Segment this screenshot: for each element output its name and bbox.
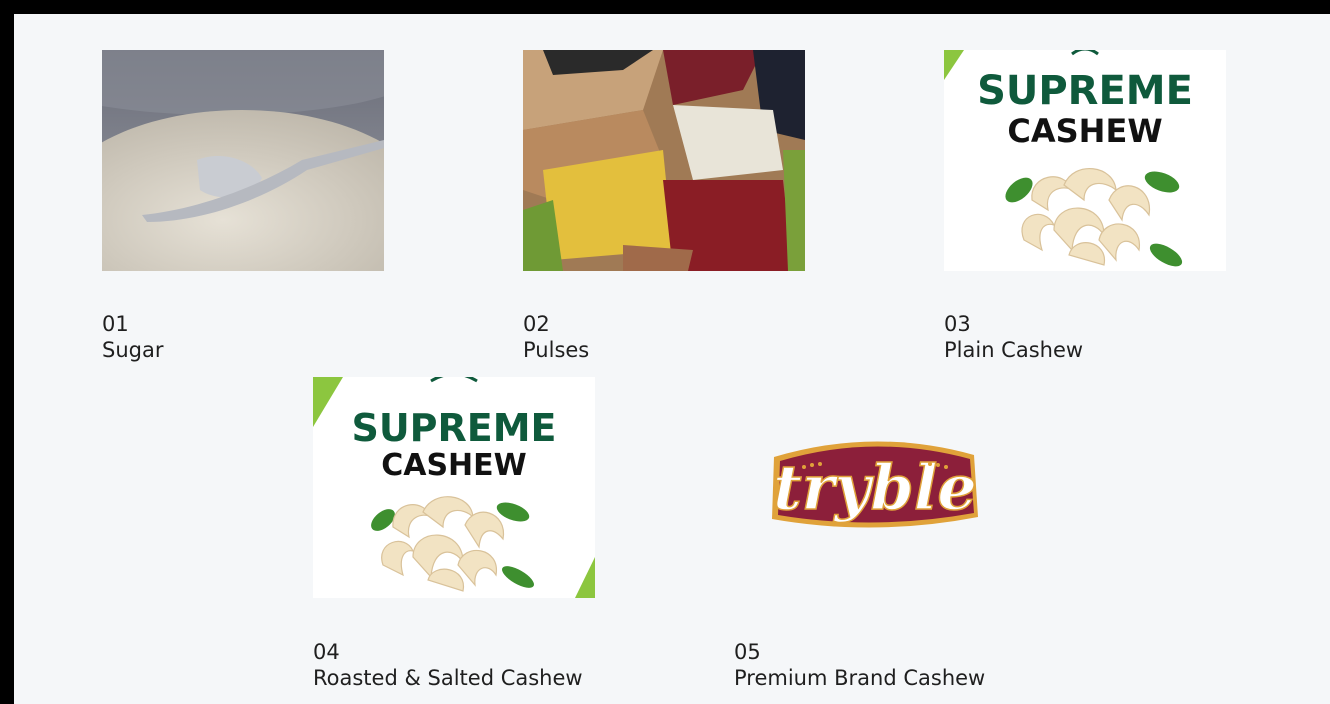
product-card-premium-brand-cashew[interactable]: tryble 05 Premium Brand Cashew xyxy=(734,377,1074,702)
product-name[interactable]: Premium Brand Cashew xyxy=(734,666,985,690)
product-name[interactable]: Sugar xyxy=(102,338,163,362)
supreme-text: SUPREME xyxy=(351,406,556,450)
product-card-sugar[interactable]: 01 Sugar xyxy=(102,50,402,370)
product-card-plain-cashew[interactable]: SUPREME CASHEW 03 Plain Cashew xyxy=(944,50,1264,370)
product-number: 03 xyxy=(944,312,971,336)
product-card-roasted-salted-cashew[interactable]: SUPREME CASHEW 04 Roasted & Salted Cashe… xyxy=(313,377,653,702)
supreme-text: SUPREME xyxy=(977,68,1193,114)
supreme-cashew-image[interactable]: SUPREME CASHEW xyxy=(313,377,595,598)
cashew-text: CASHEW xyxy=(1007,112,1162,150)
product-number: 05 xyxy=(734,640,761,664)
product-number: 04 xyxy=(313,640,340,664)
supreme-cashew-image[interactable]: SUPREME CASHEW xyxy=(944,50,1226,271)
tryble-wordmark: tryble xyxy=(773,451,977,524)
product-name[interactable]: Roasted & Salted Cashew xyxy=(313,666,583,690)
tryble-logo-image[interactable]: tryble xyxy=(734,377,1016,598)
product-name[interactable]: Pulses xyxy=(523,338,589,362)
sugar-image[interactable] xyxy=(102,50,384,271)
products-section: 01 Sugar 02 Pulses SUPREME CASHEW 03 Pla… xyxy=(14,14,1330,704)
pulses-image[interactable] xyxy=(523,50,805,271)
product-name[interactable]: Plain Cashew xyxy=(944,338,1083,362)
cashew-text: CASHEW xyxy=(381,448,527,483)
product-number: 02 xyxy=(523,312,550,336)
product-number: 01 xyxy=(102,312,129,336)
product-card-pulses[interactable]: 02 Pulses xyxy=(523,50,823,370)
